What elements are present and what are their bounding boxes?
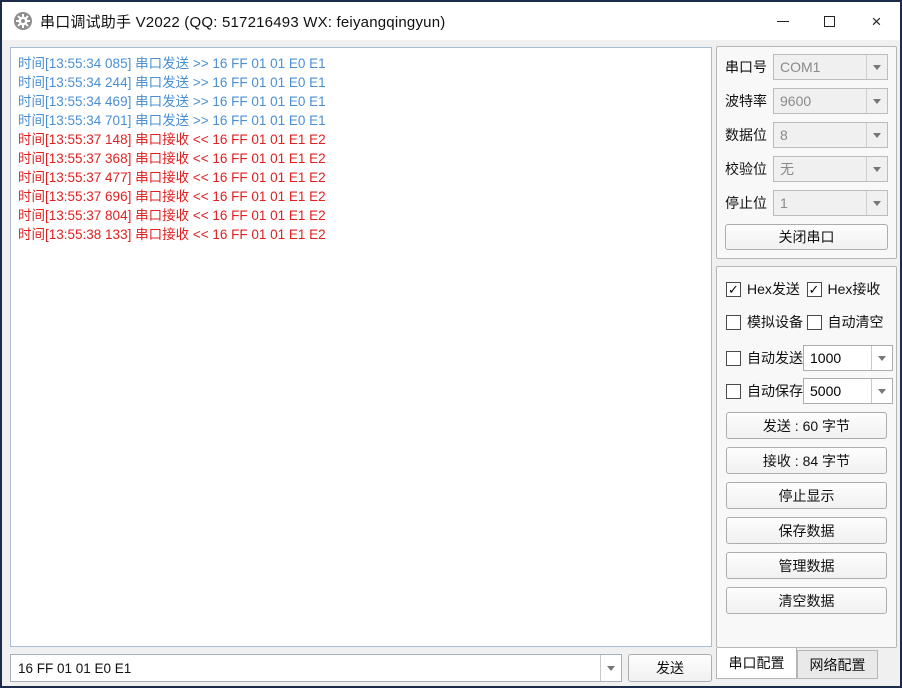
auto-save-value: 5000 <box>804 383 871 399</box>
baudrate-select[interactable]: 9600 <box>773 88 888 114</box>
auto-save-label: 自动保存 <box>747 381 803 401</box>
window-controls: × <box>759 2 900 40</box>
maximize-button[interactable] <box>806 2 853 40</box>
parity-label: 校验位 <box>725 159 773 179</box>
log-line: 时间[13:55:37 477] 串口接收 << 16 FF 01 01 E1 … <box>18 168 704 187</box>
stopbits-select[interactable]: 1 <box>773 190 888 216</box>
chevron-down-icon <box>873 201 881 206</box>
serial-setting-row: 数据位8 <box>725 122 888 148</box>
parity-value: 无 <box>774 159 866 179</box>
log-line: 时间[13:55:38 133] 串口接收 << 16 FF 01 01 E1 … <box>18 225 704 244</box>
checkbox-icon <box>726 384 741 399</box>
hex-send-checkbox[interactable]: ✓ Hex发送 <box>726 279 807 299</box>
databits-label: 数据位 <box>725 125 773 145</box>
checkbox-icon <box>807 315 822 330</box>
serial-setting-row: 波特率9600 <box>725 88 888 114</box>
clear-data-button[interactable]: 清空数据 <box>726 587 887 614</box>
app-window: 串口调试助手 V2022 (QQ: 517216493 WX: feiyangq… <box>0 0 902 688</box>
checkbox-icon: ✓ <box>807 282 822 297</box>
chevron-down-icon <box>873 133 881 138</box>
config-tabbar: 串口配置网络配置 <box>716 648 878 679</box>
serial-setting-row: 串口号COM1 <box>725 54 888 80</box>
chevron-down-icon <box>878 356 886 361</box>
maximize-icon <box>824 16 835 27</box>
hex-recv-label: Hex接收 <box>828 279 881 299</box>
stopbits-dropdown-button <box>866 191 887 215</box>
auto-save-dropdown-button <box>871 379 892 403</box>
minimize-button[interactable] <box>759 2 806 40</box>
serial-log-area[interactable]: 时间[13:55:34 085] 串口发送 >> 16 FF 01 01 E0 … <box>10 47 712 647</box>
databits-select[interactable]: 8 <box>773 122 888 148</box>
chevron-down-icon <box>878 389 886 394</box>
send-button[interactable]: 发送 <box>628 654 712 682</box>
log-line: 时间[13:55:34 701] 串口发送 >> 16 FF 01 01 E0 … <box>18 111 704 130</box>
close-port-button[interactable]: 关闭串口 <box>725 224 888 250</box>
auto-send-value: 1000 <box>804 350 871 366</box>
checkbox-combo-row: 自动发送1000 <box>726 345 887 371</box>
chevron-down-icon <box>873 99 881 104</box>
send-data-combobox[interactable] <box>10 654 622 682</box>
send-data-input[interactable] <box>11 655 600 681</box>
auto-send-dropdown-button <box>871 346 892 370</box>
port-value: COM1 <box>774 59 866 75</box>
serial-setting-row: 校验位无 <box>725 156 888 182</box>
databits-value: 8 <box>774 127 866 143</box>
parity-select[interactable]: 无 <box>773 156 888 182</box>
log-line: 时间[13:55:37 148] 串口接收 << 16 FF 01 01 E1 … <box>18 130 704 149</box>
log-line: 时间[13:55:34 085] 串口发送 >> 16 FF 01 01 E0 … <box>18 54 704 73</box>
hex-send-label: Hex发送 <box>747 279 800 299</box>
auto-save-interval-select[interactable]: 5000 <box>803 378 893 404</box>
save-data-button[interactable]: 保存数据 <box>726 517 887 544</box>
port-select[interactable]: COM1 <box>773 54 888 80</box>
chevron-down-icon <box>607 666 615 671</box>
baudrate-value: 9600 <box>774 93 866 109</box>
auto-clear-checkbox[interactable]: 自动清空 <box>807 312 888 332</box>
port-label: 串口号 <box>725 57 773 77</box>
checkbox-combo-row: 自动保存5000 <box>726 378 887 404</box>
log-line: 时间[13:55:34 244] 串口发送 >> 16 FF 01 01 E0 … <box>18 73 704 92</box>
serial-settings-group: 串口号COM1波特率9600数据位8校验位无停止位1关闭串口 <box>716 46 897 259</box>
app-gear-icon <box>14 12 32 30</box>
options-group: ✓Hex发送✓Hex接收模拟设备自动清空自动发送1000自动保存5000发送 :… <box>716 266 897 648</box>
baudrate-dropdown-button <box>866 89 887 113</box>
manage-data-button[interactable]: 管理数据 <box>726 552 887 579</box>
auto-send-label: 自动发送 <box>747 348 803 368</box>
tab-network-config[interactable]: 网络配置 <box>797 650 878 679</box>
log-line: 时间[13:55:37 368] 串口接收 << 16 FF 01 01 E1 … <box>18 149 704 168</box>
sim-device-checkbox[interactable]: 模拟设备 <box>726 312 807 332</box>
auto-send-checkbox[interactable]: 自动发送 <box>726 348 803 368</box>
auto-send-interval-select[interactable]: 1000 <box>803 345 893 371</box>
serial-setting-row: 停止位1 <box>725 190 888 216</box>
close-icon: × <box>872 13 882 30</box>
sent-count-button[interactable]: 发送 : 60 字节 <box>726 412 887 439</box>
stopbits-label: 停止位 <box>725 193 773 213</box>
sim-device-label: 模拟设备 <box>747 312 803 332</box>
title-bar: 串口调试助手 V2022 (QQ: 517216493 WX: feiyangq… <box>2 2 900 40</box>
minimize-icon <box>777 21 789 22</box>
auto-clear-label: 自动清空 <box>828 312 884 332</box>
close-button[interactable]: × <box>853 2 900 40</box>
port-dropdown-button <box>866 55 887 79</box>
hex-recv-checkbox[interactable]: ✓ Hex接收 <box>807 279 888 299</box>
checkbox-icon: ✓ <box>726 282 741 297</box>
stop-display-button[interactable]: 停止显示 <box>726 482 887 509</box>
checkbox-row: ✓ Hex发送 ✓ Hex接收 <box>726 279 887 299</box>
databits-dropdown-button <box>866 123 887 147</box>
auto-save-checkbox[interactable]: 自动保存 <box>726 381 803 401</box>
baudrate-label: 波特率 <box>725 91 773 111</box>
log-line: 时间[13:55:34 469] 串口发送 >> 16 FF 01 01 E0 … <box>18 92 704 111</box>
stopbits-value: 1 <box>774 195 866 211</box>
checkbox-icon <box>726 315 741 330</box>
chevron-down-icon <box>873 167 881 172</box>
checkbox-row: 模拟设备 自动清空 <box>726 312 887 332</box>
window-title: 串口调试助手 V2022 (QQ: 517216493 WX: feiyangq… <box>40 11 445 32</box>
log-line: 时间[13:55:37 696] 串口接收 << 16 FF 01 01 E1 … <box>18 187 704 206</box>
parity-dropdown-button <box>866 157 887 181</box>
checkbox-icon <box>726 351 741 366</box>
log-line: 时间[13:55:37 804] 串口接收 << 16 FF 01 01 E1 … <box>18 206 704 225</box>
tab-serial-config[interactable]: 串口配置 <box>716 648 797 679</box>
send-history-dropdown-button[interactable] <box>600 655 621 681</box>
recv-count-button[interactable]: 接收 : 84 字节 <box>726 447 887 474</box>
chevron-down-icon <box>873 65 881 70</box>
